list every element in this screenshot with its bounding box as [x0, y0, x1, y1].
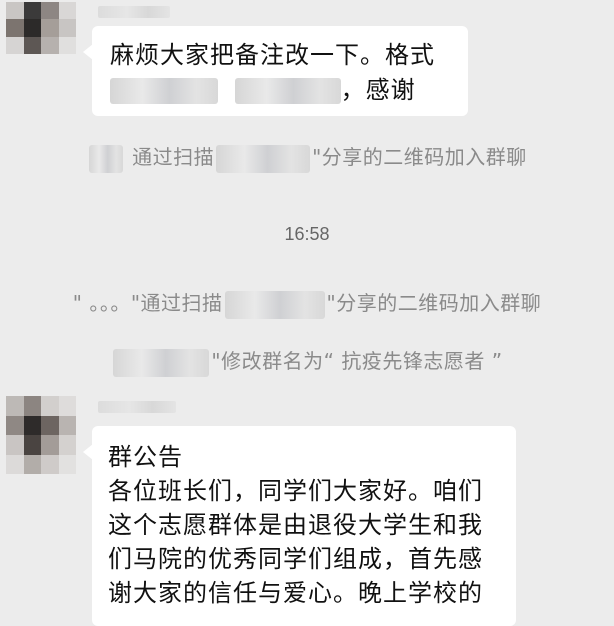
system-message-text: " 。。。"通过扫描	[72, 291, 223, 315]
redacted-text	[234, 78, 341, 104]
redacted-name	[224, 290, 325, 319]
message-text-line: 麻烦大家把备注改一下。格式	[110, 41, 435, 69]
sender-avatar[interactable]	[6, 396, 76, 474]
redacted-name	[216, 144, 311, 173]
system-message-text: "修改群名为“ 抗疫先锋志愿者 ”	[211, 349, 503, 373]
timestamp: 16:58	[284, 224, 330, 244]
message-text-suffix: ，感谢	[340, 76, 416, 104]
announcement-line: 各位班长们，同学们大家好。咱们	[108, 477, 483, 505]
sender-nickname-redacted	[98, 401, 176, 413]
announcement-line: 谢大家的信任与爱心。晚上学校的	[108, 579, 483, 607]
system-message-text: "分享的二维码加入群聊	[312, 145, 527, 169]
system-message: 通过扫描 "分享的二维码加入群聊	[0, 142, 614, 173]
redacted-name	[113, 348, 210, 377]
system-message-text: "分享的二维码加入群聊	[326, 291, 542, 315]
sender-nickname-redacted	[98, 6, 170, 18]
announcement-bubble[interactable]: 群公告 各位班长们，同学们大家好。咱们 这个志愿群体是由退役大学生和我 们马院的…	[83, 426, 516, 626]
system-message: " 。。。"通过扫描 "分享的二维码加入群聊	[0, 288, 614, 319]
announcement-line: 这个志愿群体是由退役大学生和我	[108, 511, 483, 539]
message-bubble[interactable]: 麻烦大家把备注改一下。格式 ，感谢	[83, 26, 468, 116]
system-message: "修改群名为“ 抗疫先锋志愿者 ”	[0, 346, 614, 377]
sender-avatar[interactable]	[6, 2, 76, 54]
announcement-line: 们马院的优秀同学们组成，首先感	[108, 545, 483, 573]
announcement-title: 群公告	[108, 443, 183, 471]
redacted-name	[89, 144, 124, 173]
redacted-text	[110, 78, 218, 104]
message-text-line: ，感谢	[110, 73, 468, 108]
system-message-text: 通过扫描	[132, 145, 215, 169]
